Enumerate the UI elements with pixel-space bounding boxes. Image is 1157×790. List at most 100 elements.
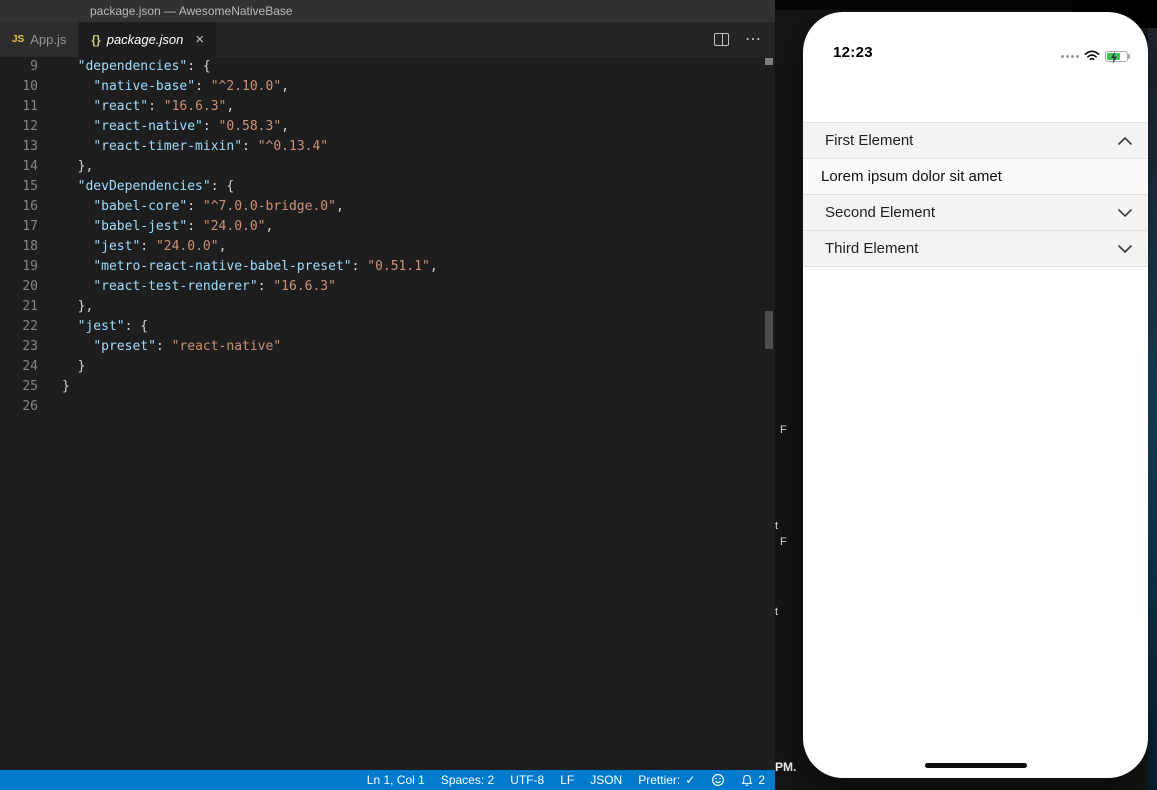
desktop-icon-fragment: t xyxy=(775,606,779,618)
code-token: "16.6.3" xyxy=(163,99,227,114)
chevron-down-icon xyxy=(1118,208,1132,217)
code-line[interactable]: 9 "dependencies": { xyxy=(0,57,775,77)
code-line[interactable]: 16 "babel-core": "^7.0.0-bridge.0", xyxy=(0,197,775,217)
code-token: "react" xyxy=(93,99,149,114)
code-editor[interactable]: 9 "dependencies": {10 "native-base": "^2… xyxy=(0,57,775,770)
home-indicator[interactable] xyxy=(924,763,1027,768)
code-token: "preset" xyxy=(93,339,156,354)
code-token: , xyxy=(281,119,289,134)
split-editor-icon[interactable] xyxy=(714,33,729,46)
feedback-smiley-icon[interactable] xyxy=(711,773,725,787)
code-token: "react-native" xyxy=(93,119,203,134)
code-token: : xyxy=(195,79,211,94)
indentation-setting[interactable]: Spaces: 2 xyxy=(441,773,494,787)
code-text: "react-test-renderer": "16.6.3" xyxy=(38,277,336,297)
line-number: 11 xyxy=(22,99,38,114)
code-token: : xyxy=(148,99,164,114)
code-lines: 9 "dependencies": {10 "native-base": "^2… xyxy=(0,57,775,417)
code-token: "jest" xyxy=(93,239,141,254)
bell-icon xyxy=(741,774,753,787)
code-token: "^7.0.0-bridge.0" xyxy=(202,199,336,214)
code-text: "preset": "react-native" xyxy=(38,337,281,357)
code-token: "devDependencies" xyxy=(77,179,211,194)
accordion-label: First Element xyxy=(825,132,914,149)
code-line[interactable]: 19 "metro-react-native-babel-preset": "0… xyxy=(0,257,775,277)
overview-ruler-mark xyxy=(765,58,773,65)
line-number: 12 xyxy=(22,119,38,134)
code-line[interactable]: 13 "react-timer-mixin": "^0.13.4" xyxy=(0,137,775,157)
desktop-icon-fragment: t xyxy=(775,520,779,532)
accordion-header-third[interactable]: Third Element xyxy=(803,231,1148,267)
json-file-icon: {} xyxy=(91,32,101,47)
code-token: : xyxy=(187,199,203,214)
code-text: "jest": "24.0.0", xyxy=(38,237,226,257)
more-actions-icon[interactable]: ⋯ xyxy=(745,31,761,48)
code-line[interactable]: 22 "jest": { xyxy=(0,317,775,337)
cellular-signal-icon xyxy=(1061,54,1079,58)
code-text: "metro-react-native-babel-preset": "0.51… xyxy=(38,257,438,277)
close-tab-icon[interactable]: × xyxy=(195,32,204,47)
code-line[interactable]: 14 }, xyxy=(0,157,775,177)
code-token: , xyxy=(218,239,227,254)
desktop-icon-fragment: F xyxy=(780,424,787,436)
encoding-setting[interactable]: UTF-8 xyxy=(510,773,544,787)
notifications-bell[interactable]: 2 xyxy=(741,773,765,787)
window-title: package.json — AwesomeNativeBase xyxy=(90,4,293,18)
code-line[interactable]: 23 "preset": "react-native" xyxy=(0,337,775,357)
code-text: "babel-core": "^7.0.0-bridge.0", xyxy=(38,197,343,217)
code-line[interactable]: 21 }, xyxy=(0,297,775,317)
desktop-text-fragment: PM. xyxy=(775,760,797,774)
code-line[interactable]: 20 "react-test-renderer": "16.6.3" xyxy=(0,277,775,297)
code-token: : xyxy=(242,139,258,154)
code-text: "babel-jest": "24.0.0", xyxy=(38,217,273,237)
line-number: 24 xyxy=(22,359,38,374)
code-text: "native-base": "^2.10.0", xyxy=(38,77,289,97)
accordion-label: Second Element xyxy=(825,204,936,221)
line-number: 23 xyxy=(22,339,38,354)
code-line[interactable]: 24 } xyxy=(0,357,775,377)
iphone-simulator: 12:23 First Element Lorem ipsum dolor si… xyxy=(803,12,1148,778)
code-line[interactable]: 25} xyxy=(0,377,775,397)
code-token: : xyxy=(155,339,172,354)
code-line[interactable]: 12 "react-native": "0.58.3", xyxy=(0,117,775,137)
wifi-icon xyxy=(1084,50,1100,62)
code-line[interactable]: 10 "native-base": "^2.10.0", xyxy=(0,77,775,97)
macos-desktop: F t F t PM. 12:23 First Element Lorem ip… xyxy=(775,0,1157,790)
code-line[interactable]: 17 "babel-jest": "24.0.0", xyxy=(0,217,775,237)
editor-scrollbar[interactable] xyxy=(765,311,773,349)
code-token: : { xyxy=(210,179,235,194)
desktop-icon-fragment: F xyxy=(780,536,787,548)
js-file-icon: JS xyxy=(12,34,25,45)
code-token: , xyxy=(226,99,235,114)
code-line[interactable]: 26 xyxy=(0,397,775,417)
eol-setting[interactable]: LF xyxy=(560,773,574,787)
status-bar-icons xyxy=(1061,50,1130,64)
code-token: "react-timer-mixin" xyxy=(93,139,243,154)
code-token: }, xyxy=(77,299,94,314)
code-line[interactable]: 11 "react": "16.6.3", xyxy=(0,97,775,117)
code-token: "0.51.1" xyxy=(367,259,430,274)
accordion-header-first[interactable]: First Element xyxy=(803,123,1148,159)
accordion-header-second[interactable]: Second Element xyxy=(803,195,1148,231)
prettier-label: Prettier: xyxy=(638,773,681,787)
code-token: , xyxy=(429,259,438,274)
language-mode[interactable]: JSON xyxy=(590,773,622,787)
tab-appjs[interactable]: JS App.js xyxy=(0,22,80,57)
line-number: 21 xyxy=(22,299,38,314)
code-token: "metro-react-native-babel-preset" xyxy=(93,259,352,274)
code-line[interactable]: 18 "jest": "24.0.0", xyxy=(0,237,775,257)
code-token: "^0.13.4" xyxy=(257,139,329,154)
tab-packagejson[interactable]: {} package.json × xyxy=(79,22,217,57)
prettier-status[interactable]: Prettier: ✓ xyxy=(638,773,695,787)
code-token: "dependencies" xyxy=(77,59,188,74)
code-line[interactable]: 15 "devDependencies": { xyxy=(0,177,775,197)
code-token: "24.0.0" xyxy=(202,219,266,234)
code-token: }, xyxy=(77,159,94,174)
cursor-position[interactable]: Ln 1, Col 1 xyxy=(367,773,425,787)
